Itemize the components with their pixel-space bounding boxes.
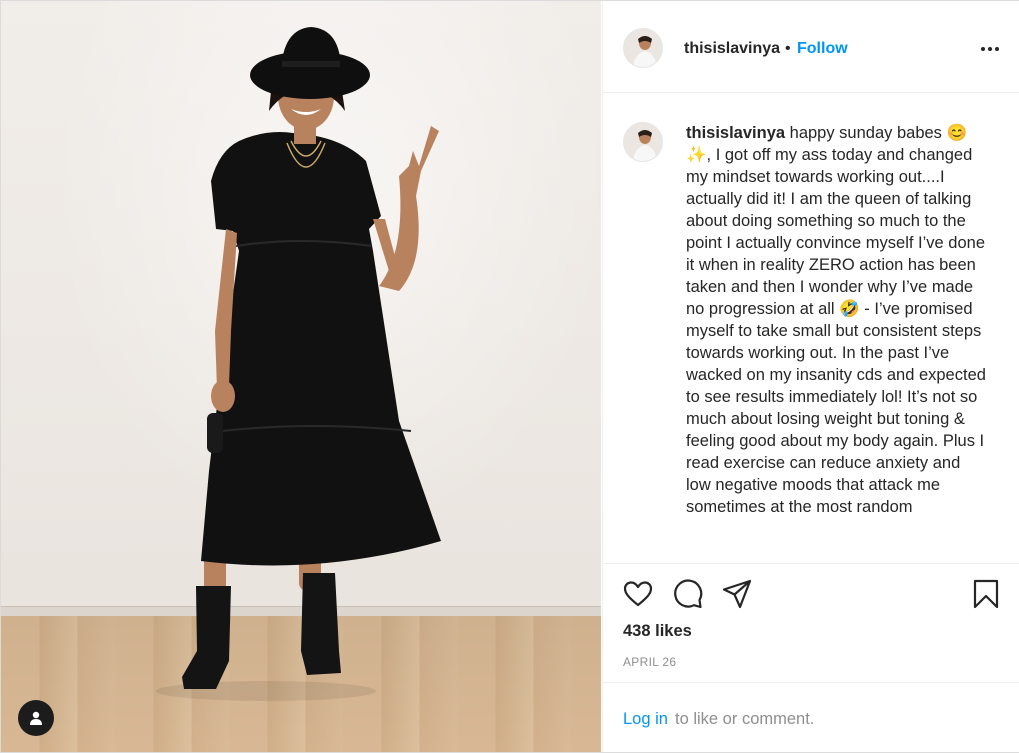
likes-count[interactable]: 438 likes xyxy=(623,622,692,641)
more-options-icon[interactable] xyxy=(978,37,1002,61)
login-link[interactable]: Log in xyxy=(623,710,668,729)
header-username[interactable]: thisislavinya xyxy=(684,40,780,58)
caption-text: thisislavinya happy sunday babes 😊 ✨, I … xyxy=(686,122,986,518)
caption-username[interactable]: thisislavinya xyxy=(686,124,785,142)
share-icon[interactable] xyxy=(721,578,753,610)
post-header: thisislavinya • Follow xyxy=(603,1,1019,93)
login-prompt-text: to like or comment. xyxy=(675,710,815,728)
bookmark-icon[interactable] xyxy=(970,578,1002,610)
post-photo[interactable] xyxy=(1,1,601,752)
post-sidebar: thisislavinya • Follow thisislavinya hap… xyxy=(602,1,1019,752)
avatar-image xyxy=(624,29,662,67)
comment-icon[interactable] xyxy=(672,578,704,610)
user-icon xyxy=(30,711,42,725)
heart-icon[interactable] xyxy=(622,578,654,610)
header-separator: • xyxy=(785,40,791,57)
avatar-image xyxy=(624,123,662,161)
photo-figure xyxy=(156,27,441,701)
tagged-users-button[interactable] xyxy=(18,700,54,736)
avatar[interactable] xyxy=(623,28,663,68)
post-date: APRIL 26 xyxy=(623,655,677,669)
login-prompt: Log in to like or comment. xyxy=(603,682,1019,754)
caption-body: happy sunday babes 😊 ✨, I got off my ass… xyxy=(686,124,986,516)
caption-avatar[interactable] xyxy=(623,122,663,162)
caption-section: thisislavinya happy sunday babes 😊 ✨, I … xyxy=(603,93,1019,563)
action-bar: 438 likes APRIL 26 Log in to like or com… xyxy=(603,563,1019,753)
follow-button[interactable]: Follow xyxy=(797,40,848,58)
